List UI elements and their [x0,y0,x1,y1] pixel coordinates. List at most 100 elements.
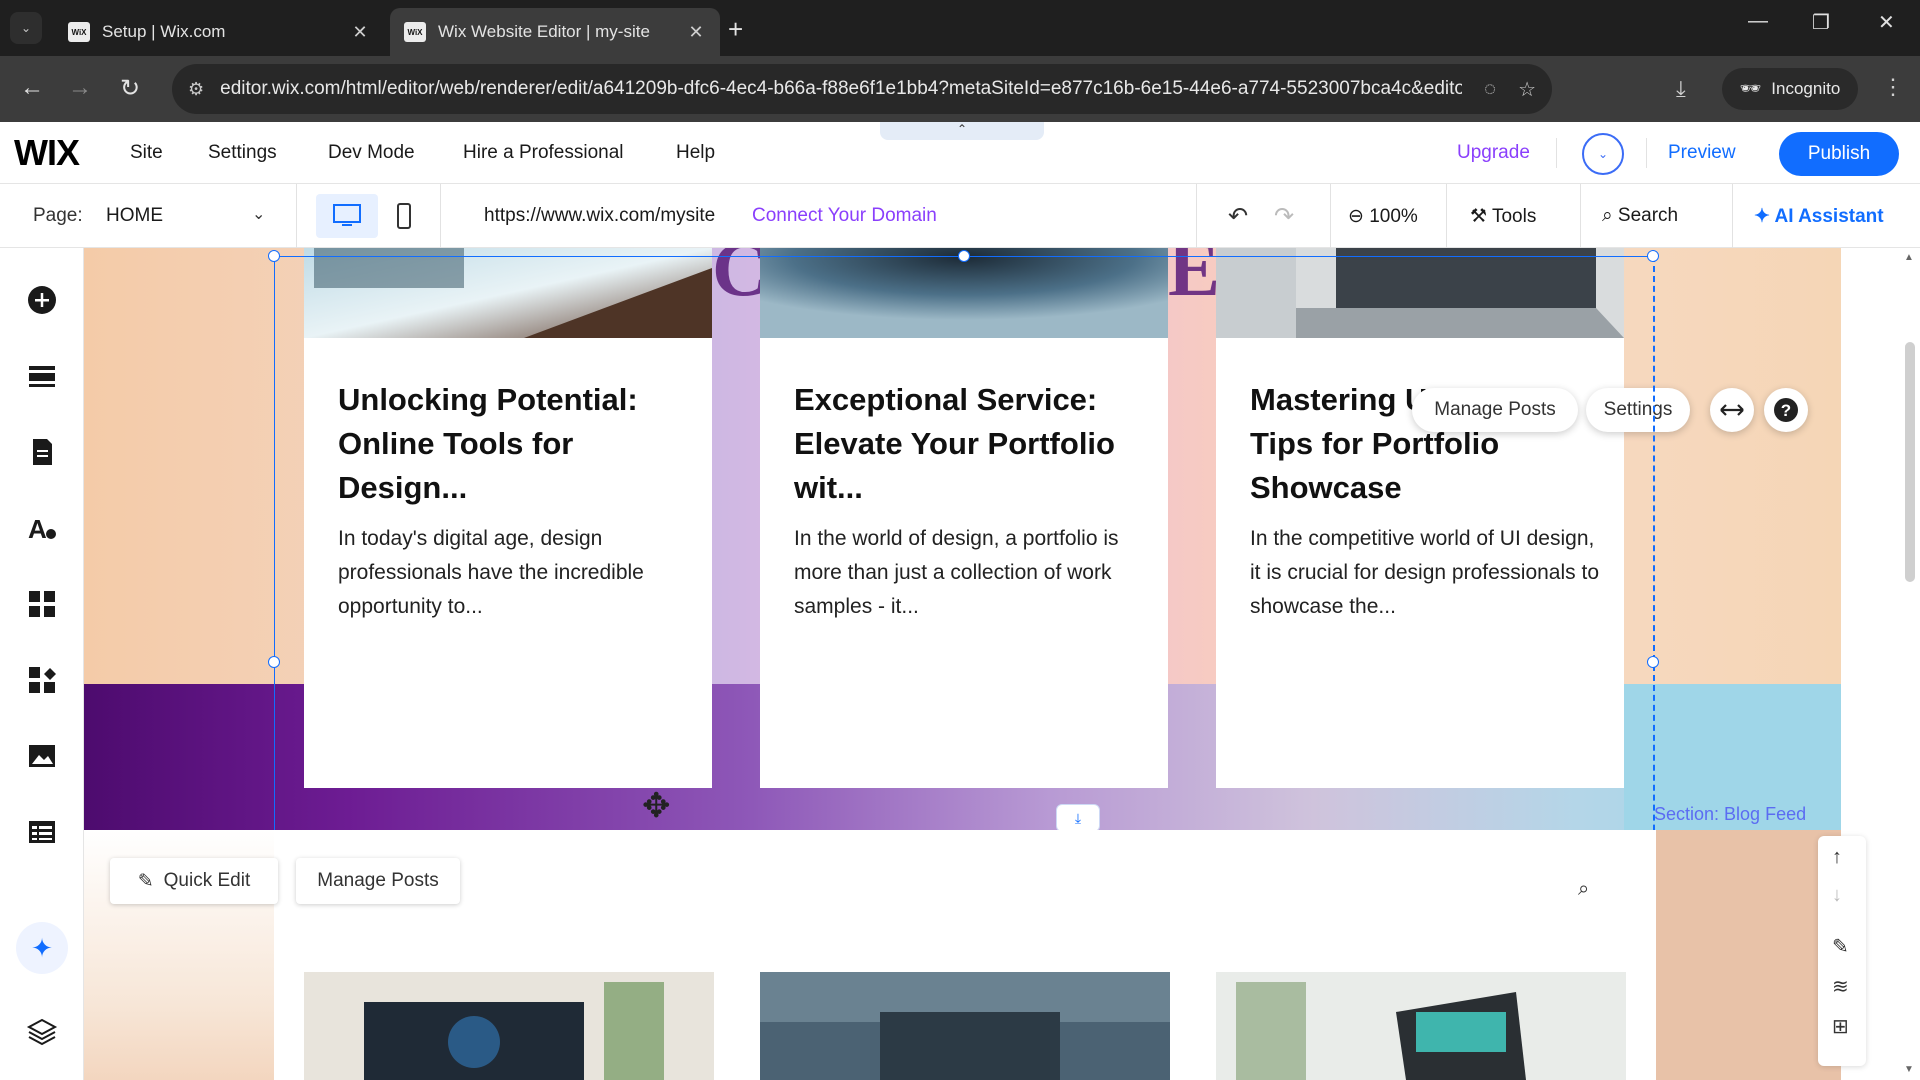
quick-edit-button[interactable]: ✎ Quick Edit [110,858,278,904]
section-anchor-icon[interactable]: ⤓ [1056,804,1100,832]
back-icon[interactable]: ← [20,74,44,102]
site-actions-icon[interactable]: ⌄ [1582,133,1624,175]
zoom-control[interactable]: ⊖ 100% [1348,205,1418,228]
help-icon[interactable]: ? [1764,388,1808,432]
download-icon[interactable]: ⤓ [1676,76,1686,102]
tab-title: Wix Website Editor | my-site [438,22,650,41]
wix-logo[interactable]: WIX [14,132,80,174]
layout-icon[interactable]: ⊞ [1832,1014,1849,1039]
layers-icon[interactable]: ≋ [1832,974,1849,999]
post-thumbnail[interactable] [760,972,1170,1080]
resize-handle[interactable] [1647,656,1659,668]
tools-label: Tools [1491,206,1537,227]
media-icon[interactable] [26,740,58,772]
redo-icon[interactable]: ↷ [1274,202,1294,231]
pages-icon[interactable] [26,436,58,468]
manage-posts-button[interactable]: Manage Posts [296,858,460,904]
help-circle-icon: ? [1774,398,1798,422]
divider [1556,138,1557,168]
search-button[interactable]: ⌕ Search [1602,205,1678,227]
cms-icon[interactable] [26,816,58,848]
browser-tab-setup[interactable]: WiX Setup | Wix.com ✕ [54,8,384,56]
mobile-icon [397,203,411,229]
eye-off-icon[interactable]: ◌ [1484,78,1496,101]
menu-site[interactable]: Site [130,142,163,164]
move-up-icon[interactable]: ↑ [1832,846,1842,869]
zoom-out-icon: ⊖ [1348,206,1364,227]
resize-handle[interactable] [268,250,280,262]
url-text[interactable]: editor.wix.com/html/editor/web/renderer/… [220,78,1462,100]
browser-tab-editor[interactable]: WiX Wix Website Editor | my-site ✕ [390,8,720,56]
ai-tools-icon[interactable]: ✦ [16,922,68,974]
browser-address-bar: ← → ↻ ⚙ editor.wix.com/html/editor/web/r… [0,56,1920,122]
minimize-icon[interactable]: — [1748,10,1768,33]
incognito-label: Incognito [1771,79,1841,98]
business-apps-icon[interactable] [26,664,58,696]
new-tab-icon[interactable]: + [728,14,743,45]
bookmark-star-icon[interactable]: ☆ [1518,77,1536,102]
post-thumbnail-image [304,972,714,1080]
site-design-icon[interactable]: A [26,512,58,544]
divider [1580,184,1581,248]
search-icon[interactable]: ⌕ [1578,878,1589,901]
divider [1446,184,1447,248]
post-thumbnail[interactable] [1216,972,1626,1080]
resize-handle[interactable] [958,250,970,262]
chevron-down-icon[interactable]: ⌄ [252,204,265,224]
scroll-thumb[interactable] [1905,342,1915,582]
editor-canvas[interactable]: CI ES Unlocking Potential: Online Tools … [84,248,1900,1080]
sparkle-icon: ✦ [1754,206,1770,227]
ai-assistant-label: AI Assistant [1774,206,1884,227]
tab-search-dropdown[interactable]: ⌄ [10,12,42,44]
forward-icon[interactable]: → [68,74,92,102]
menu-help[interactable]: Help [676,142,715,164]
ai-assistant-button[interactable]: ✦ AI Assistant [1754,205,1884,228]
upgrade-link[interactable]: Upgrade [1457,142,1530,164]
close-tab-icon[interactable]: ✕ [686,22,706,43]
site-info-icon[interactable]: ⚙ [188,79,204,100]
divider [1732,184,1733,248]
add-elements-icon[interactable] [26,284,58,316]
svg-text:?: ? [1781,401,1791,420]
edit-design-icon[interactable]: ✎ [1832,934,1849,959]
scroll-down-icon[interactable]: ▼ [1904,1064,1914,1075]
search-icon: ⌕ [1602,205,1613,226]
page-selector[interactable]: HOME [106,205,163,227]
sections-icon[interactable] [26,360,58,392]
canvas-scrollbar[interactable]: ▲ ▼ [1900,248,1920,1080]
apps-icon[interactable] [26,588,58,620]
menu-settings[interactable]: Settings [208,142,277,164]
menu-dev-mode[interactable]: Dev Mode [328,142,415,164]
pencil-icon: ✎ [137,870,154,892]
menu-hire-a-professional[interactable]: Hire a Professional [463,142,624,164]
reload-icon[interactable]: ↻ [120,74,140,103]
publish-button[interactable]: Publish [1779,132,1899,176]
site-url: https://www.wix.com/mysite [484,205,716,226]
scroll-up-icon[interactable]: ▲ [1904,252,1914,263]
close-window-icon[interactable]: ✕ [1878,10,1895,35]
divider [440,184,441,248]
wix-favicon-icon: WiX [68,22,90,42]
mobile-view-button[interactable] [394,194,414,238]
incognito-icon: 🕶 [1739,79,1762,98]
preview-button[interactable]: Preview [1668,142,1736,164]
svg-text:A: A [28,514,47,544]
resize-handle[interactable] [268,656,280,668]
desktop-view-button[interactable] [316,194,378,238]
resize-handle[interactable] [1647,250,1659,262]
move-down-icon[interactable]: ↓ [1832,884,1842,907]
restore-icon[interactable]: ❐ [1812,10,1830,35]
stretch-icon[interactable] [1710,388,1754,432]
desktop-icon [333,204,361,226]
incognito-badge[interactable]: 🕶 Incognito [1722,68,1858,110]
browser-menu-icon[interactable]: ⋮ [1882,74,1904,100]
layers-icon[interactable] [26,1016,58,1048]
omnibox[interactable]: ⚙ editor.wix.com/html/editor/web/rendere… [172,64,1552,114]
connect-domain-link[interactable]: Connect Your Domain [752,205,937,227]
tools-button[interactable]: ⚒ Tools [1470,205,1536,228]
collapse-toolbar-icon[interactable]: ⌃ [880,122,1044,140]
lower-section-decoration [1656,830,1841,1080]
post-thumbnail[interactable] [304,972,714,1080]
undo-icon[interactable]: ↶ [1228,202,1248,231]
close-tab-icon[interactable]: ✕ [350,22,370,43]
